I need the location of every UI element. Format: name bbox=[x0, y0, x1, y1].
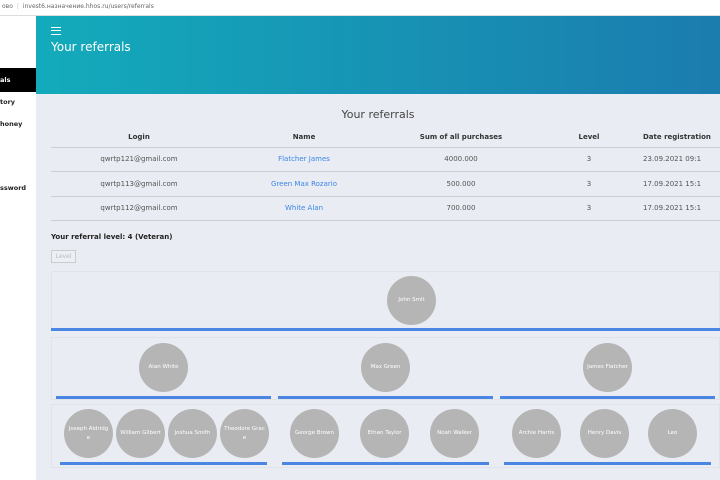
table-cell: qwrtp121@gmail.com bbox=[51, 147, 227, 172]
table-cell: qwrtp112@gmail.com bbox=[51, 196, 227, 221]
tree-node[interactable]: Joshua Smith bbox=[168, 409, 217, 458]
table-cell: 3 bbox=[541, 196, 637, 221]
tree-divider bbox=[282, 462, 489, 465]
level-button[interactable]: Level bbox=[51, 250, 76, 263]
table-cell: 3 bbox=[541, 147, 637, 172]
tree-level-1 bbox=[51, 271, 720, 331]
tree-node[interactable]: Ethan Taylor bbox=[360, 409, 409, 458]
tree-node[interactable]: James Flatcher bbox=[583, 343, 632, 392]
table-cell: 4000.000 bbox=[381, 147, 541, 172]
section-title: Your referrals bbox=[341, 108, 415, 121]
tree-divider bbox=[51, 328, 720, 331]
table-cell: 500.000 bbox=[381, 171, 541, 197]
tree-node[interactable]: Henry Davis bbox=[580, 409, 629, 458]
cell-text: qwrtp113@gmail.com bbox=[100, 179, 178, 188]
table-cell: Green Max Rozario bbox=[227, 171, 381, 197]
table-cell: 700.000 bbox=[381, 196, 541, 221]
tree-node[interactable]: Theodore Grace bbox=[220, 409, 269, 458]
table-row: qwrtp121@gmail.com Flatcher James 4000.000… bbox=[51, 147, 720, 172]
column-header: Name bbox=[227, 128, 381, 148]
table-cell: 23.09.2021 09:1 bbox=[637, 147, 720, 172]
column-header: Sum of all purchases bbox=[381, 128, 541, 148]
tree-divider bbox=[60, 462, 267, 465]
cell-text: 500.000 bbox=[446, 179, 476, 188]
sidebar-item-money[interactable]: honey bbox=[0, 112, 36, 136]
cell-text: 23.09.2021 09:1 bbox=[643, 155, 702, 164]
tree-node[interactable]: Noah Walker bbox=[430, 409, 479, 458]
referral-name-link[interactable]: Green Max Rozario bbox=[271, 180, 337, 188]
table-cell: qwrtp113@gmail.com bbox=[51, 171, 227, 197]
cell-text: qwrtp112@gmail.com bbox=[100, 204, 178, 213]
tree-divider bbox=[504, 462, 711, 465]
tree-divider bbox=[278, 396, 493, 399]
referral-name-link[interactable]: Flatcher James bbox=[278, 155, 330, 163]
table-cell: 17.09.2021 15:1 bbox=[637, 196, 720, 221]
column-header: Date registration bbox=[637, 128, 720, 148]
sidebar: als tory honey ssword bbox=[0, 16, 36, 480]
cell-text: 17.09.2021 15:1 bbox=[643, 179, 702, 188]
page-title: Your referrals bbox=[51, 40, 131, 54]
tree-node[interactable]: John Smit bbox=[387, 276, 436, 325]
table-row: qwrtp112@gmail.com White Alan 700.000 3 17.0… bbox=[51, 196, 720, 221]
sidebar-item-history[interactable]: tory bbox=[0, 90, 36, 114]
referral-name-link[interactable]: White Alan bbox=[285, 204, 323, 212]
tree-node[interactable]: Leo bbox=[648, 409, 697, 458]
cell-text: 3 bbox=[586, 204, 592, 213]
sidebar-item-referrals[interactable]: als bbox=[0, 68, 36, 92]
cell-text: 4000.000 bbox=[444, 155, 478, 164]
referrals-table: Login Name Sum of all purchases Level Da… bbox=[51, 128, 720, 221]
menu-icon[interactable] bbox=[51, 27, 61, 35]
cell-text: 700.000 bbox=[446, 204, 476, 213]
cell-text: qwrtp121@gmail.com bbox=[100, 155, 178, 164]
sidebar-item-password[interactable]: ssword bbox=[0, 176, 36, 200]
sidebar-item-label: tory bbox=[0, 98, 16, 106]
url-text[interactable]: invest6.назначение.hhos.ru/users/referra… bbox=[23, 3, 154, 10]
tree-node[interactable]: Max Green bbox=[361, 343, 410, 392]
table-cell: Flatcher James bbox=[227, 147, 381, 172]
table-cell: White Alan bbox=[227, 196, 381, 221]
column-header: Login bbox=[51, 128, 227, 148]
sidebar-item-label: ssword bbox=[0, 184, 27, 192]
table-cell: 3 bbox=[541, 171, 637, 197]
page-header: Your referrals bbox=[36, 16, 720, 94]
table-cell: 17.09.2021 15:1 bbox=[637, 171, 720, 197]
cell-text: 3 bbox=[586, 155, 592, 164]
table-row: qwrtp113@gmail.com Green Max Rozario 500.0… bbox=[51, 171, 720, 197]
tree-node[interactable]: George Brown bbox=[290, 409, 339, 458]
url-prefix: ово bbox=[2, 3, 13, 10]
tree-node[interactable]: Joseph Aldridge bbox=[64, 409, 113, 458]
tree-node[interactable]: William Gilbert bbox=[116, 409, 165, 458]
cell-text: 3 bbox=[586, 179, 592, 188]
tree-node[interactable]: Archie Harris bbox=[512, 409, 561, 458]
tree-divider bbox=[56, 396, 271, 399]
tree-divider bbox=[500, 396, 715, 399]
column-header: Level bbox=[541, 128, 637, 148]
cell-text: 17.09.2021 15:1 bbox=[643, 204, 702, 213]
referral-level: Your referral level: 4 (Veteran) bbox=[51, 233, 173, 241]
sidebar-item-label: als bbox=[0, 76, 11, 84]
address-bar[interactable]: ово | invest6.назначение.hhos.ru/users/ref… bbox=[0, 0, 720, 16]
tree-node[interactable]: Alan White bbox=[139, 343, 188, 392]
sidebar-item-label: honey bbox=[0, 120, 23, 128]
